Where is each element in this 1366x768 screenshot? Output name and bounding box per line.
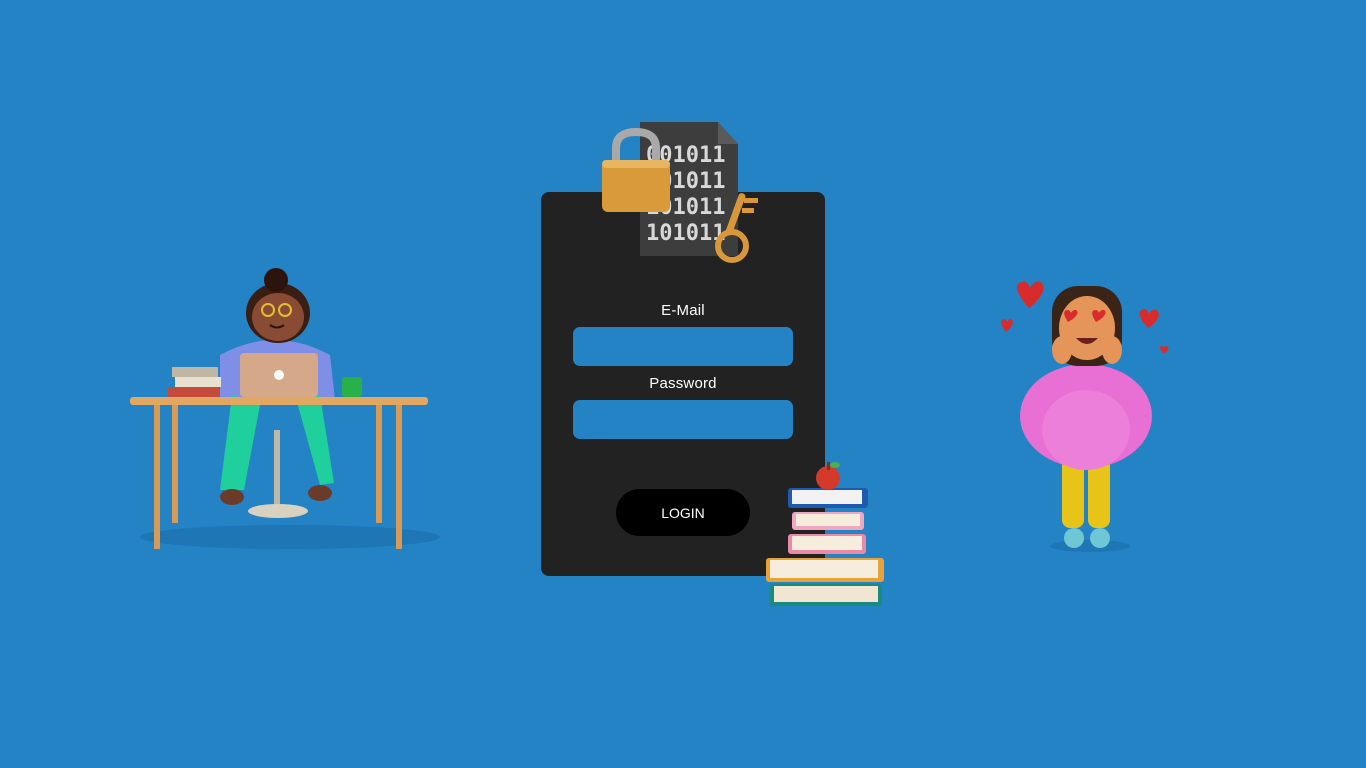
- book-stack-illustration: [766, 462, 884, 606]
- apple-icon: [816, 462, 840, 490]
- heart-icon: [1001, 318, 1013, 332]
- login-button[interactable]: LOGIN: [616, 489, 750, 536]
- heart-icon: [1016, 281, 1044, 308]
- excited-person-illustration: [1001, 281, 1169, 552]
- binary-line: 101011: [646, 221, 725, 246]
- heart-icon: [1139, 309, 1159, 328]
- password-label: Password: [649, 375, 717, 392]
- password-field[interactable]: [573, 400, 793, 439]
- heart-icon: [1159, 345, 1169, 354]
- email-field[interactable]: [573, 327, 793, 366]
- person-at-desk-illustration: [130, 268, 440, 549]
- email-label: E-Mail: [661, 302, 705, 319]
- security-graphic: 001011 101011 101011 101011: [602, 122, 758, 263]
- book-stack-icon: [766, 488, 884, 606]
